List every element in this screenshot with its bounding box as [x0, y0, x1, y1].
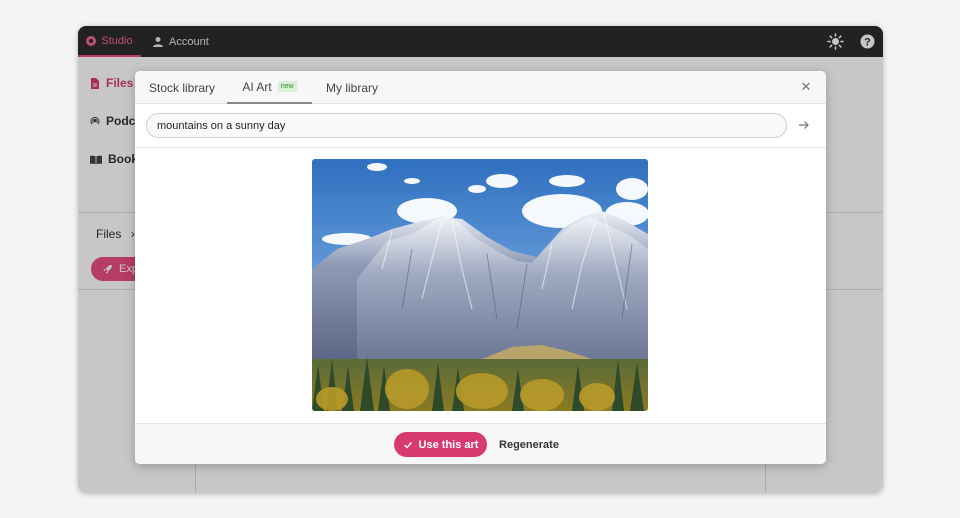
- regenerate-button[interactable]: Regenerate: [495, 432, 563, 457]
- arrow-right-icon[interactable]: [796, 117, 812, 133]
- tab-label: My library: [326, 80, 379, 95]
- new-badge: new: [277, 81, 297, 92]
- close-icon[interactable]: ✕: [799, 80, 813, 94]
- image-picker-dialog: Stock library AI Art new My library ✕ mo…: [135, 71, 826, 464]
- art-preview-area: [135, 148, 826, 423]
- use-this-art-button[interactable]: Use this art: [394, 432, 487, 457]
- dialog-footer: Use this art Regenerate: [135, 423, 826, 464]
- tab-my-library[interactable]: My library: [326, 71, 378, 104]
- generated-art-image: [312, 159, 648, 411]
- tab-label: Stock library: [149, 80, 216, 95]
- check-icon: [403, 441, 412, 449]
- tab-stock-library[interactable]: Stock library: [149, 71, 215, 104]
- tab-label: AI Art: [242, 79, 272, 94]
- prompt-input[interactable]: [146, 113, 787, 138]
- use-this-art-label: Use this art: [418, 438, 479, 451]
- dialog-header: Stock library AI Art new My library ✕: [135, 71, 826, 104]
- prompt-row: [135, 104, 826, 148]
- regenerate-label: Regenerate: [499, 438, 559, 451]
- tab-ai-art[interactable]: AI Art new: [227, 71, 312, 104]
